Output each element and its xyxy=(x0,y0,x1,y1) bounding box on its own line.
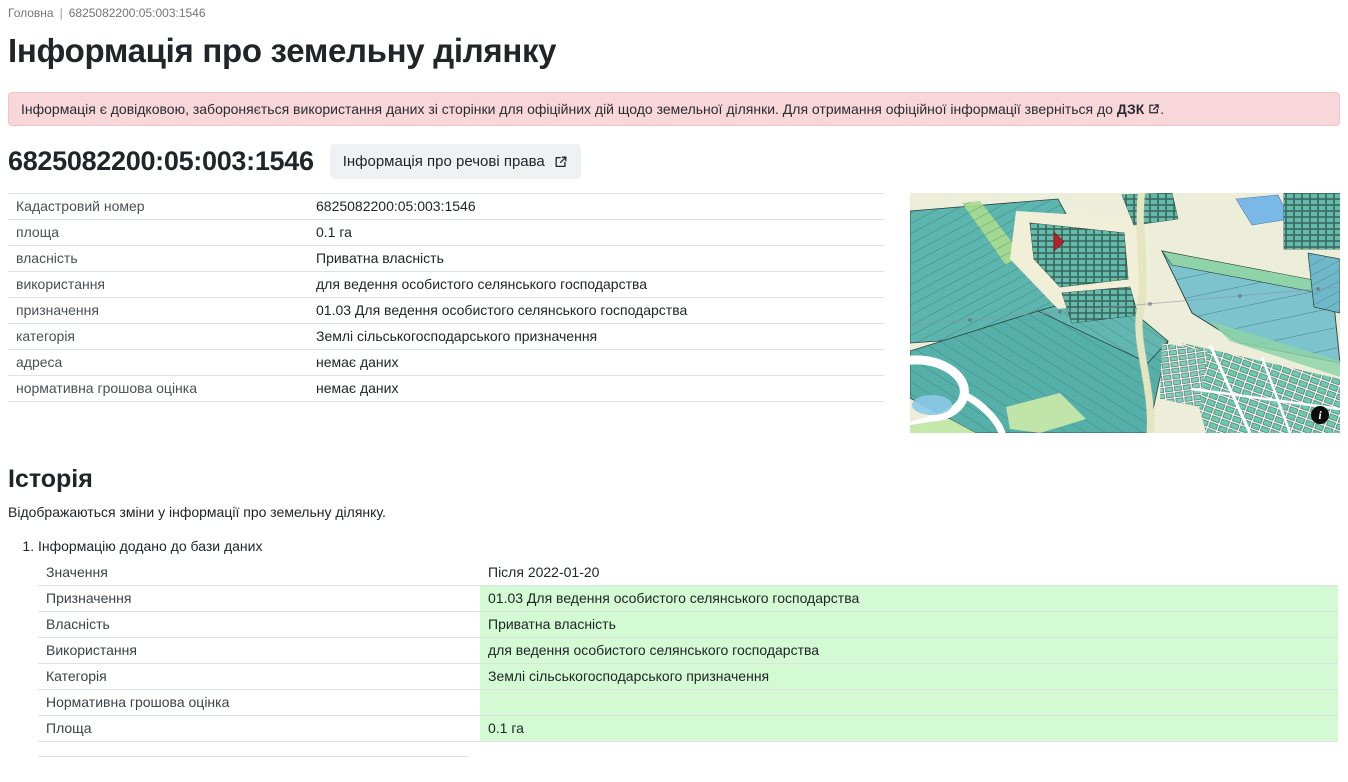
page-title: Інформація про земельну ділянку xyxy=(8,32,1340,70)
detail-label: категорія xyxy=(8,324,308,350)
table-row: ВласністьПриватна власність xyxy=(38,612,1338,638)
history-section: Історія Відображаються зміни у інформаці… xyxy=(8,465,1340,782)
detail-label: призначення xyxy=(8,298,308,324)
breadcrumb: Головна | 6825082200:05:003:1546 xyxy=(8,6,1340,20)
history-header-label: Значення xyxy=(38,560,480,586)
table-row: адресанемає даних xyxy=(8,350,884,376)
detail-value: для ведення особистого селянського госпо… xyxy=(308,272,884,298)
main-content: Кадастровий номер6825082200:05:003:1546п… xyxy=(8,193,1340,433)
history-title: Історія xyxy=(8,465,1340,494)
history-row-value: Приватна власність xyxy=(480,612,1338,638)
history-list-item: Інформацію додано до бази даних Значення… xyxy=(38,536,1340,742)
breadcrumb-current: 6825082200:05:003:1546 xyxy=(69,6,206,20)
history-row-label: Нормативна грошова оцінка xyxy=(38,690,480,716)
parcel-details-table: Кадастровий номер6825082200:05:003:1546п… xyxy=(8,193,884,402)
breadcrumb-home-link[interactable]: Головна xyxy=(8,6,54,20)
detail-value: 6825082200:05:003:1546 xyxy=(308,194,884,220)
detail-label: використання xyxy=(8,272,308,298)
history-change-table: Значення Після 2022-01-20 Призначення01.… xyxy=(38,560,1338,742)
property-rights-button[interactable]: Інформація про речові права xyxy=(330,144,581,179)
external-link-icon xyxy=(554,155,568,169)
history-row-value: Землі сільськогосподарського призначення xyxy=(480,664,1338,690)
detail-value: Землі сільськогосподарського призначення xyxy=(308,324,884,350)
map-canvas xyxy=(910,193,1340,433)
map-info-button[interactable]: i xyxy=(1311,406,1329,424)
detail-label: адреса xyxy=(8,350,308,376)
next-history-item-divider xyxy=(38,756,468,782)
external-link-icon xyxy=(1148,103,1160,115)
history-row-label: Категорія xyxy=(38,664,480,690)
detail-label: нормативна грошова оцінка xyxy=(8,376,308,402)
detail-label: Кадастровий номер xyxy=(8,194,308,220)
cadastral-map[interactable]: i xyxy=(910,193,1340,433)
detail-value: Приватна власність xyxy=(308,246,884,272)
parcel-header: 6825082200:05:003:1546 Інформація про ре… xyxy=(8,144,1340,179)
history-description: Відображаються зміни у інформації про зе… xyxy=(8,504,1340,520)
table-row: Використаннядля ведення особистого селян… xyxy=(38,638,1338,664)
history-row-value: для ведення особистого селянського госпо… xyxy=(480,638,1338,664)
table-row: Кадастровий номер6825082200:05:003:1546 xyxy=(8,194,884,220)
table-row: КатегоріяЗемлі сільськогосподарського пр… xyxy=(38,664,1338,690)
detail-value: немає даних xyxy=(308,376,884,402)
history-row-label: Призначення xyxy=(38,586,480,612)
alert-text: Інформація є довідковою, забороняється в… xyxy=(21,101,1117,117)
history-row-value xyxy=(480,690,1338,716)
table-row: власністьПриватна власність xyxy=(8,246,884,272)
history-header-row: Значення Після 2022-01-20 xyxy=(38,560,1338,586)
table-row: Призначення01.03 Для ведення особистого … xyxy=(38,586,1338,612)
page: Головна | 6825082200:05:003:1546 Інформаці… xyxy=(0,0,1348,782)
table-row: площа0.1 га xyxy=(8,220,884,246)
detail-label: площа xyxy=(8,220,308,246)
table-row: використаннядля ведення особистого селян… xyxy=(8,272,884,298)
detail-value: 01.03 Для ведення особистого селянського… xyxy=(308,298,884,324)
detail-value: 0.1 га xyxy=(308,220,884,246)
property-rights-button-label: Інформація про речові права xyxy=(343,153,545,170)
history-row-value: 01.03 Для ведення особистого селянського… xyxy=(480,586,1338,612)
dzk-external-link[interactable]: ДЗК xyxy=(1117,101,1160,117)
detail-label: власність xyxy=(8,246,308,272)
history-header-value: Після 2022-01-20 xyxy=(480,560,1338,586)
table-row: категоріяЗемлі сільськогосподарського пр… xyxy=(8,324,884,350)
table-row: призначення01.03 Для ведення особистого … xyxy=(8,298,884,324)
alert-text-after: . xyxy=(1160,101,1164,117)
history-row-label: Використання xyxy=(38,638,480,664)
table-row: Нормативна грошова оцінка xyxy=(38,690,1338,716)
detail-value: немає даних xyxy=(308,350,884,376)
disclaimer-alert: Інформація є довідковою, забороняється в… xyxy=(8,92,1340,126)
parcel-number-heading: 6825082200:05:003:1546 xyxy=(8,146,314,177)
history-row-label: Власність xyxy=(38,612,480,638)
table-row: нормативна грошова оцінканемає даних xyxy=(8,376,884,402)
history-item-title: Інформацію додано до бази даних xyxy=(38,536,1340,556)
history-list: Інформацію додано до бази даних Значення… xyxy=(8,536,1340,742)
breadcrumb-separator: | xyxy=(60,6,63,20)
